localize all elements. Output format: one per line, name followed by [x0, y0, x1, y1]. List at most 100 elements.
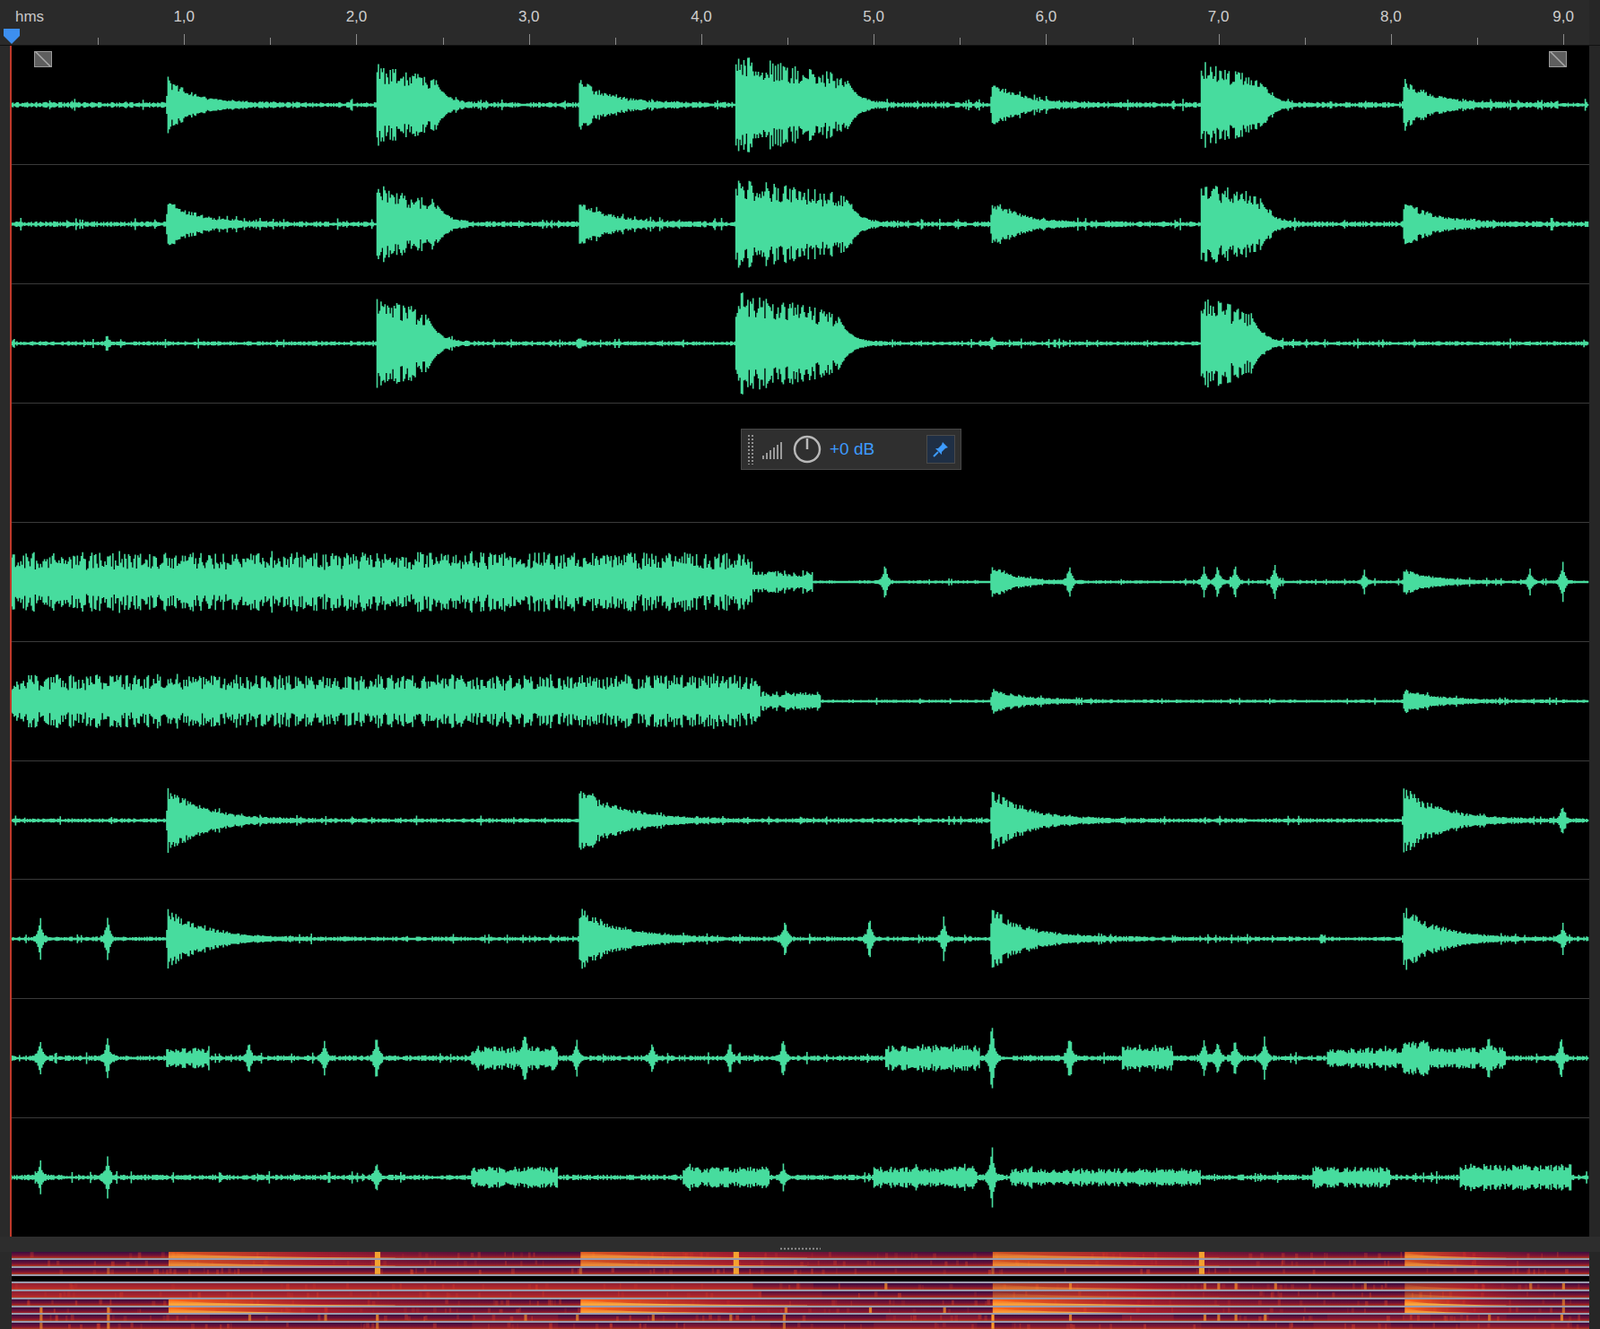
spectral-streak	[663, 1268, 666, 1274]
spectral-streak	[717, 1315, 722, 1322]
decay-region	[580, 1260, 992, 1267]
spectral-streak	[1512, 1269, 1515, 1275]
waveform-lane[interactable]	[11, 165, 1590, 284]
spectral-streak	[70, 1315, 75, 1322]
spectrogram	[11, 1322, 1590, 1329]
spectral-streak	[139, 1308, 141, 1314]
decay-region	[992, 1299, 1405, 1306]
spectrogram-lane[interactable]	[11, 1283, 1590, 1290]
onset-line	[106, 1268, 110, 1275]
onset-line	[1560, 1314, 1564, 1322]
ruler-label: 8,0	[1380, 8, 1402, 27]
spectral-streak	[433, 1323, 437, 1329]
waveform-lane[interactable]	[11, 284, 1590, 403]
spectral-streak	[415, 1268, 418, 1274]
meter-icon[interactable]	[761, 434, 785, 465]
spectrogram-lane[interactable]	[11, 1307, 1590, 1314]
spectral-streak	[716, 1269, 721, 1274]
low-band	[11, 1313, 1590, 1314]
spectral-streak	[410, 1269, 414, 1275]
spectrogram-lane[interactable]	[11, 1276, 1590, 1283]
waveform-lane[interactable]	[11, 999, 1590, 1118]
spectral-streak	[151, 1301, 156, 1306]
onset-line	[1217, 1283, 1220, 1290]
region-marker[interactable]	[34, 51, 53, 68]
gain-reading[interactable]: +0 dB	[829, 439, 920, 460]
waveform-lane[interactable]	[11, 522, 1590, 642]
spectrogram-lane[interactable]	[11, 1299, 1590, 1306]
ruler-tick	[183, 34, 185, 45]
ruler-tick	[1132, 37, 1134, 45]
onset-line	[1199, 1260, 1205, 1267]
onset-line	[1274, 1283, 1278, 1290]
waveform	[11, 522, 1590, 642]
decay-region	[992, 1307, 1405, 1314]
sustain-band	[886, 1314, 982, 1322]
spectral-streak	[110, 1269, 114, 1274]
ruler-tick	[443, 37, 444, 45]
spectrogram-area	[0, 1252, 1600, 1329]
divider-handle[interactable]	[779, 1247, 821, 1251]
playhead-icon[interactable]	[1, 26, 22, 45]
ruler-gutter	[1589, 0, 1600, 45]
spectral-streak	[1208, 1268, 1210, 1274]
spectral-streak	[843, 1324, 846, 1329]
pin-button[interactable]	[926, 434, 956, 464]
spectral-streak	[95, 1323, 100, 1329]
pane-divider[interactable]	[0, 1236, 1600, 1253]
waveform-lane[interactable]	[11, 761, 1590, 880]
spectrogram-lane[interactable]	[11, 1291, 1590, 1298]
spectral-streak	[948, 1284, 953, 1289]
ruler-label: 6,0	[1035, 8, 1058, 27]
region-marker[interactable]	[1548, 51, 1567, 68]
spectral-streak	[96, 1323, 100, 1329]
spectrogram-lane[interactable]	[11, 1268, 1590, 1275]
sustain-band	[471, 1322, 558, 1329]
onset-line	[1529, 1283, 1532, 1290]
ruler-track[interactable]: hms1,02,03,04,05,06,07,08,09,0	[11, 0, 1590, 45]
spectral-streak	[1313, 1269, 1316, 1275]
spectral-streak	[1408, 1324, 1413, 1329]
spectral-streak	[894, 1268, 897, 1273]
spectral-streak	[1568, 1316, 1572, 1322]
low-band	[11, 1273, 1590, 1275]
spectrogram-lane[interactable]	[11, 1260, 1590, 1267]
spectrogram	[11, 1283, 1590, 1290]
waveform-lane[interactable]	[11, 642, 1590, 761]
onset-line	[575, 1314, 579, 1322]
spectrogram-lane[interactable]	[11, 1314, 1590, 1322]
spectral-streak	[227, 1268, 231, 1273]
onset-line	[1234, 1314, 1238, 1322]
time-unit-label: hms	[15, 8, 44, 27]
spectrogram	[11, 1314, 1590, 1322]
spectral-streak	[371, 1323, 374, 1329]
onset-line	[374, 1252, 381, 1259]
spectrogram	[11, 1299, 1590, 1306]
waveform-lane[interactable]	[11, 879, 1590, 999]
spectral-streak	[1228, 1268, 1232, 1274]
spectral-streak	[130, 1322, 133, 1328]
spectrogram	[11, 1291, 1590, 1298]
sustain-band	[684, 1322, 771, 1329]
low-band	[11, 1304, 1590, 1306]
spectrogram-lane[interactable]	[11, 1252, 1590, 1259]
power-icon[interactable]	[791, 434, 823, 465]
spectral-streak	[137, 1308, 140, 1314]
ruler-tick	[1391, 34, 1392, 45]
spectral-streak	[609, 1323, 613, 1329]
time-ruler[interactable]: hms1,02,03,04,05,06,07,08,09,0	[0, 0, 1600, 46]
decay-region	[992, 1291, 1405, 1298]
spectral-streak	[234, 1269, 235, 1274]
decay-region	[1404, 1291, 1590, 1298]
spectral-streak	[173, 1269, 176, 1274]
spectral-streak	[1534, 1316, 1537, 1322]
spectral-streak	[1455, 1324, 1458, 1329]
grip-icon[interactable]	[747, 434, 755, 465]
waveform-lane[interactable]	[11, 45, 1590, 165]
spectral-streak	[983, 1315, 987, 1322]
spectral-streak	[1275, 1323, 1278, 1329]
pin-icon	[931, 440, 950, 459]
waveform-lane[interactable]	[11, 1118, 1590, 1237]
spectrogram-lane[interactable]	[11, 1322, 1590, 1329]
sustain-band	[1011, 1322, 1201, 1329]
